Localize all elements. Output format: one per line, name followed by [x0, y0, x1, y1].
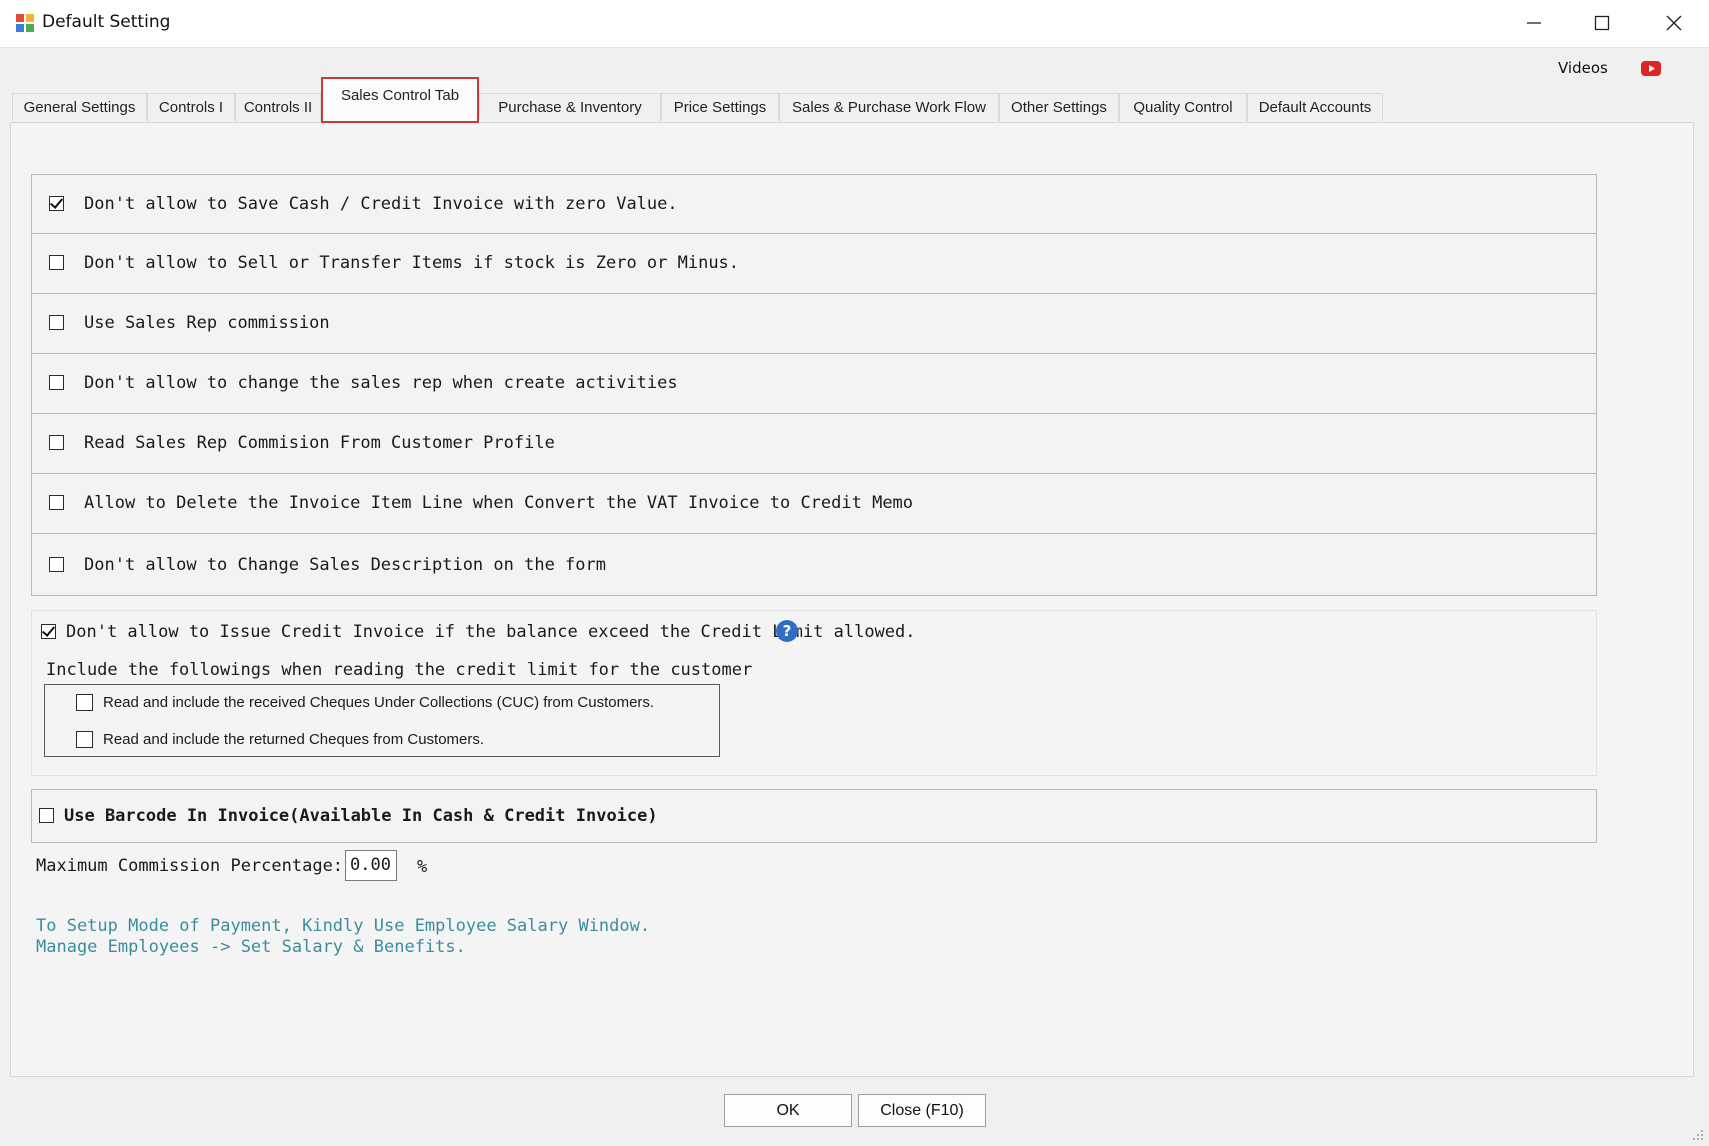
- option-row: Don't allow to Sell or Transfer Items if…: [31, 234, 1597, 294]
- percent-unit: %: [417, 857, 428, 877]
- tab-general-settings[interactable]: General Settings: [12, 93, 147, 121]
- include-cuc-label[interactable]: Read and include the received Cheques Un…: [103, 694, 654, 711]
- option-row: Use Sales Rep commission: [31, 294, 1597, 354]
- close-window-button[interactable]: [1640, 0, 1708, 46]
- include-returned-cheques-checkbox[interactable]: [76, 731, 93, 748]
- option-row: Don't allow to Change Sales Description …: [31, 534, 1597, 596]
- minimize-icon: [1527, 22, 1541, 24]
- credit-include-box: Read and include the received Cheques Un…: [44, 684, 720, 757]
- option-label[interactable]: Use Sales Rep commission: [84, 313, 330, 333]
- tab-other-settings[interactable]: Other Settings: [999, 93, 1119, 121]
- tab-price-settings[interactable]: Price Settings: [661, 93, 779, 121]
- option-row: Allow to Delete the Invoice Item Line wh…: [31, 474, 1597, 534]
- ok-button[interactable]: OK: [724, 1094, 852, 1127]
- option-label[interactable]: Don't allow to Save Cash / Credit Invoic…: [84, 194, 678, 214]
- checkbox[interactable]: [49, 495, 64, 510]
- max-commission-value: 0.00: [350, 855, 391, 875]
- max-commission-label: Maximum Commission Percentage:: [36, 856, 344, 876]
- tab-controls-i[interactable]: Controls I: [147, 93, 235, 121]
- include-returned-cheques-label[interactable]: Read and include the returned Cheques fr…: [103, 731, 484, 748]
- app-icon: [16, 14, 34, 32]
- option-label[interactable]: Read Sales Rep Commision From Customer P…: [84, 433, 555, 453]
- max-commission-input[interactable]: 0.00: [345, 850, 397, 881]
- checkbox[interactable]: [49, 557, 64, 572]
- close-icon: [1666, 15, 1682, 31]
- salary-path-note: Manage Employees -> Set Salary & Benefit…: [36, 937, 466, 957]
- checkbox[interactable]: [49, 255, 64, 270]
- option-label[interactable]: Don't allow to Change Sales Description …: [84, 555, 606, 575]
- tab-purchase-inventory[interactable]: Purchase & Inventory: [479, 93, 661, 121]
- payment-mode-note: To Setup Mode of Payment, Kindly Use Emp…: [36, 916, 651, 936]
- youtube-icon[interactable]: [1641, 61, 1661, 76]
- window-title: Default Setting: [42, 12, 171, 32]
- help-icon[interactable]: ?: [776, 620, 798, 642]
- tab-sales-purchase-work-flow[interactable]: Sales & Purchase Work Flow: [779, 93, 999, 121]
- maximize-button[interactable]: [1568, 0, 1636, 46]
- option-row: Don't allow to change the sales rep when…: [31, 354, 1597, 414]
- credit-limit-group: Don't allow to Issue Credit Invoice if t…: [31, 610, 1597, 776]
- tab-panel: Don't allow to Save Cash / Credit Invoic…: [10, 122, 1694, 1077]
- credit-limit-checkbox[interactable]: [41, 624, 56, 639]
- checkbox[interactable]: [49, 196, 64, 211]
- close-button[interactable]: Close (F10): [858, 1094, 986, 1127]
- barcode-option-row: Use Barcode In Invoice(Available In Cash…: [31, 789, 1597, 843]
- barcode-label[interactable]: Use Barcode In Invoice(Available In Cash…: [64, 806, 658, 826]
- tab-sales-control[interactable]: Sales Control Tab: [321, 77, 479, 123]
- tab-controls-ii[interactable]: Controls II: [235, 93, 321, 121]
- barcode-checkbox[interactable]: [39, 808, 54, 823]
- option-row: Read Sales Rep Commision From Customer P…: [31, 414, 1597, 474]
- option-label[interactable]: Don't allow to change the sales rep when…: [84, 373, 678, 393]
- option-label[interactable]: Allow to Delete the Invoice Item Line wh…: [84, 493, 913, 513]
- minimize-button[interactable]: [1500, 0, 1568, 46]
- maximize-icon: [1594, 15, 1610, 31]
- option-label[interactable]: Don't allow to Sell or Transfer Items if…: [84, 253, 739, 273]
- checkbox[interactable]: [49, 435, 64, 450]
- videos-link[interactable]: Videos: [1558, 59, 1608, 77]
- checkbox[interactable]: [49, 315, 64, 330]
- option-row: Don't allow to Save Cash / Credit Invoic…: [31, 174, 1597, 234]
- tab-default-accounts[interactable]: Default Accounts: [1247, 93, 1383, 121]
- title-bar: Default Setting: [0, 0, 1709, 48]
- resize-grip-icon[interactable]: [1692, 1129, 1704, 1141]
- include-cuc-checkbox[interactable]: [76, 694, 93, 711]
- tab-quality-control[interactable]: Quality Control: [1119, 93, 1247, 121]
- include-heading: Include the followings when reading the …: [46, 660, 753, 680]
- checkbox[interactable]: [49, 375, 64, 390]
